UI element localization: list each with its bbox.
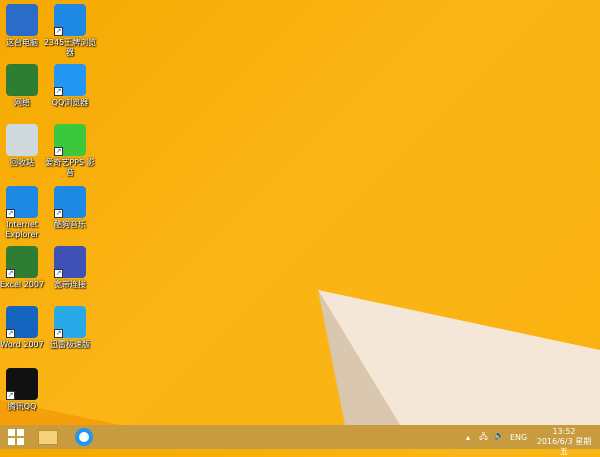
desktop-icon-label: 迅雷极速版 [50,340,90,349]
language-indicator[interactable]: ENG [510,433,527,442]
desktop-icon-label: QQ浏览器 [51,98,89,107]
desktop-icon[interactable]: ↗ 宽带连接 [42,246,98,290]
broadband-icon: ↗ [54,246,86,278]
shortcut-arrow-icon: ↗ [54,269,63,278]
kugou-icon: ↗ [54,186,86,218]
time: 13:52 [552,427,576,436]
qq-icon: ↗ [6,368,38,400]
volume-muted-icon[interactable]: 🔈 [494,431,504,440]
desktop-icon[interactable]: ↗ 酷狗音乐 [42,186,98,230]
desktop-icon-label: 2345王牌浏览器 [43,38,97,57]
desktop-icon[interactable]: ↗ 迅雷极速版 [42,306,98,350]
show-hidden-icons-button[interactable]: ▴ [466,433,470,442]
start-button[interactable] [2,427,30,447]
file-explorer-button[interactable] [34,427,62,447]
recycle-bin-icon [6,124,38,156]
shortcut-arrow-icon: ↗ [6,209,15,218]
clock[interactable]: 13:52 2016/6/3 星期五 [534,427,594,457]
taskbar: ▴ 🖧 🔈 ENG 13:52 2016/6/3 星期五 [0,425,600,456]
word-icon: ↗ [6,306,38,338]
desktop-icon-label: 爱奇艺PPS 影音 [45,158,95,177]
desktop-icon[interactable]: ↗ 腾讯QQ [0,368,50,412]
iqiyi-icon: ↗ [54,124,86,156]
browser-2345-icon: ↗ [54,4,86,36]
network-icon [6,64,38,96]
network-status-icon[interactable]: 🖧 [479,431,488,445]
qq-browser-taskbar-button[interactable] [70,427,98,447]
shortcut-arrow-icon: ↗ [54,147,63,156]
shortcut-arrow-icon: ↗ [54,87,63,96]
computer-icon [6,4,38,36]
folder-icon [38,429,58,445]
shortcut-arrow-icon: ↗ [54,27,63,36]
qq-browser-icon: ↗ [54,64,86,96]
shortcut-arrow-icon: ↗ [6,269,15,278]
qq-browser-icon [75,428,93,446]
shortcut-arrow-icon: ↗ [6,329,15,338]
ie-icon: ↗ [6,186,38,218]
desktop-icon[interactable]: ↗ 2345王牌浏览器 [42,4,98,58]
desktop-icon[interactable]: ↗ QQ浏览器 [42,64,98,108]
xunlei-icon: ↗ [54,306,86,338]
date: 2016/6/3 星期五 [536,437,592,456]
desktop-icon-label: 腾讯QQ [7,402,37,411]
desktop-icon-label: 宽带连接 [54,280,86,289]
excel-icon: ↗ [6,246,38,278]
desktop-icon[interactable]: ↗ 爱奇艺PPS 影音 [42,124,98,178]
desktop-icon-label: 酷狗音乐 [54,220,86,229]
shortcut-arrow-icon: ↗ [54,209,63,218]
shortcut-arrow-icon: ↗ [6,391,15,400]
windows-logo-icon [8,429,24,445]
shortcut-arrow-icon: ↗ [54,329,63,338]
